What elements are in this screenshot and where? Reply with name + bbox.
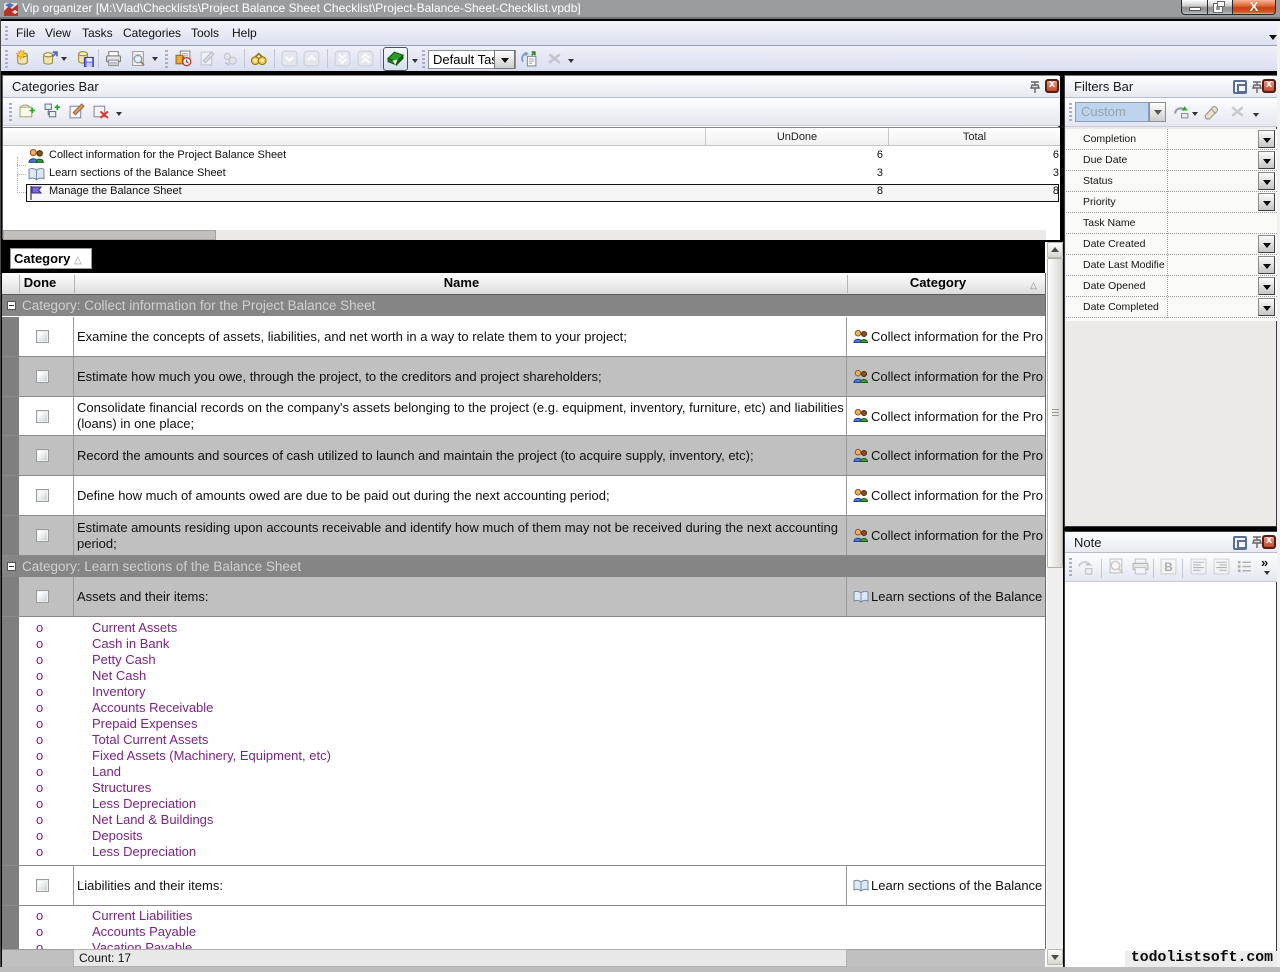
svg-text:B: B: [1164, 561, 1172, 574]
